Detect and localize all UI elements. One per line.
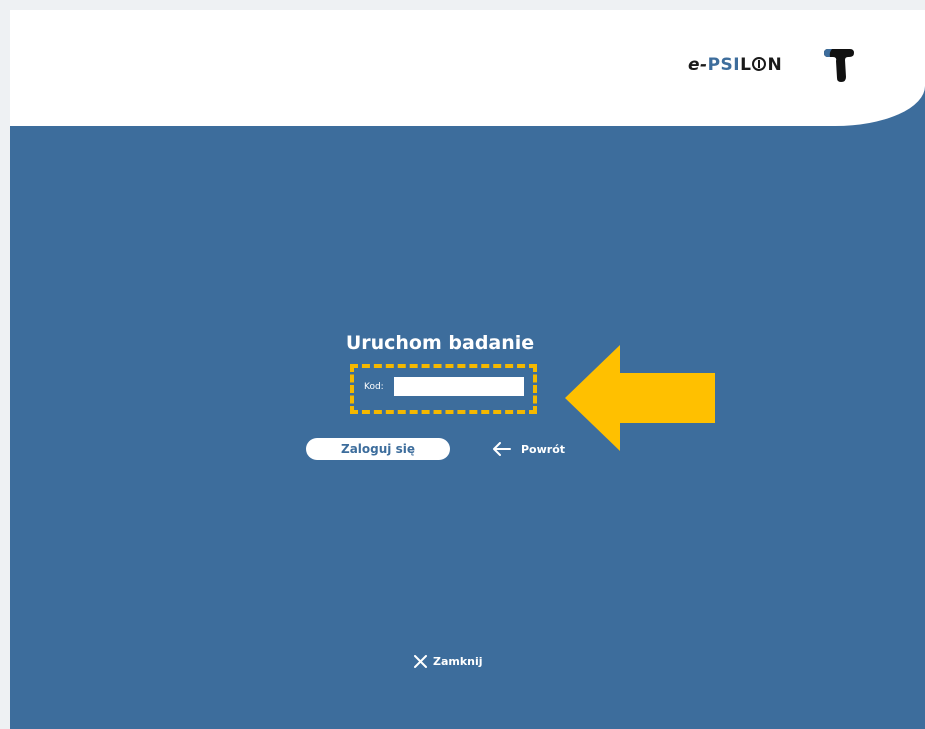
logo-o-glyph-icon	[752, 57, 767, 71]
code-input[interactable]	[394, 377, 524, 396]
header-bar: e-PSIL N	[10, 10, 925, 126]
e-psilon-logo: e-PSIL N	[688, 49, 854, 82]
arrow-left-icon	[565, 345, 715, 451]
logo-n: N	[767, 55, 783, 75]
logo-psi: PSI	[707, 55, 741, 75]
close-link-label: Zamknij	[433, 654, 483, 668]
logo-prefix: e-	[688, 55, 708, 75]
page-title: Uruchom badanie	[345, 332, 535, 354]
login-button[interactable]: Zaloguj się	[306, 438, 450, 460]
t-logo-mark-icon	[824, 49, 854, 82]
back-link-label: Powrót	[521, 442, 566, 456]
arrow-left-icon	[493, 442, 511, 456]
logo-l: L	[740, 55, 752, 75]
code-label: Kod:	[364, 382, 384, 392]
app-frame: e-PSIL N Uruchom badanie Kod: Zaloguj się…	[10, 10, 925, 729]
close-icon	[414, 654, 427, 668]
close-link[interactable]: Zamknij	[414, 652, 483, 670]
back-link[interactable]: Powrót	[493, 440, 565, 458]
logo-text: e-PSIL N	[688, 55, 782, 75]
